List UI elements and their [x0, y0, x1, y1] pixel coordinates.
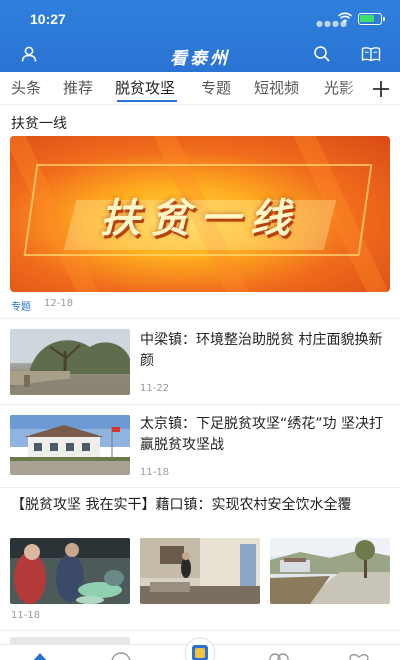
book-icon[interactable] [359, 42, 383, 66]
divider-1 [0, 318, 400, 319]
center-logo-icon[interactable] [184, 637, 216, 660]
app-title: 看泰州 [170, 49, 230, 69]
active-tab-indicator [117, 100, 177, 102]
app-bar: 看泰州 [0, 36, 400, 72]
news-title: 【脱贫攻坚 我在实干】藉口镇：实现农村安全饮水全覆 [11, 497, 352, 513]
community-icon[interactable] [268, 651, 290, 660]
news-title: 中梁镇：环境整治助脱贫 村庄面貌换新颜 [140, 332, 383, 369]
status-time: 10:27 [30, 11, 66, 27]
news-thumbnail [140, 538, 260, 604]
heart-icon[interactable] [348, 651, 370, 660]
channel-tabs: 头条 推荐 脱贫攻坚 专题 短视频 光影 [0, 72, 400, 104]
banner-text: 扶贫一线 [100, 196, 300, 242]
wifi-icon [338, 12, 352, 23]
status-bar: 10:27 ●●●● [0, 0, 400, 36]
home-icon[interactable] [29, 651, 51, 660]
news-thumbnail [10, 329, 130, 395]
news-thumbnail [10, 538, 130, 604]
plus-icon[interactable] [372, 75, 390, 104]
news-title: 太京镇：下足脱贫攻坚“绣花”功 坚决打赢脱贫攻坚战 [140, 416, 383, 453]
divider-2 [0, 404, 400, 405]
news-thumbnail [270, 538, 390, 604]
tab-recommend[interactable]: 推荐 [63, 77, 93, 98]
tab-headline[interactable]: 头条 [11, 77, 41, 98]
featured-date: 12-18 [44, 298, 74, 309]
top-header: 10:27 ●●●● 看泰州 [0, 0, 400, 72]
tab-special[interactable]: 专题 [201, 77, 231, 98]
divider-4 [0, 630, 400, 631]
section-title: 扶贫一线 [11, 116, 67, 132]
featured-banner[interactable]: 扶贫一线 [10, 136, 390, 292]
news-thumbnail [10, 415, 130, 475]
news-date: 11-18 [140, 467, 170, 478]
news-date: 11-18 [11, 610, 41, 621]
tab-poverty-alleviation[interactable]: 脱贫攻坚 [115, 77, 175, 98]
bottom-tab-bar [0, 637, 400, 660]
news-date: 11-22 [140, 383, 170, 394]
search-icon[interactable] [310, 42, 334, 66]
play-icon[interactable] [110, 651, 132, 660]
battery-icon [358, 13, 385, 25]
divider-3 [0, 487, 400, 488]
tab-short-video[interactable]: 短视频 [254, 77, 299, 98]
featured-tag: 专题 [11, 302, 31, 313]
tabs-fade [340, 72, 370, 104]
tabs-divider [0, 104, 400, 105]
